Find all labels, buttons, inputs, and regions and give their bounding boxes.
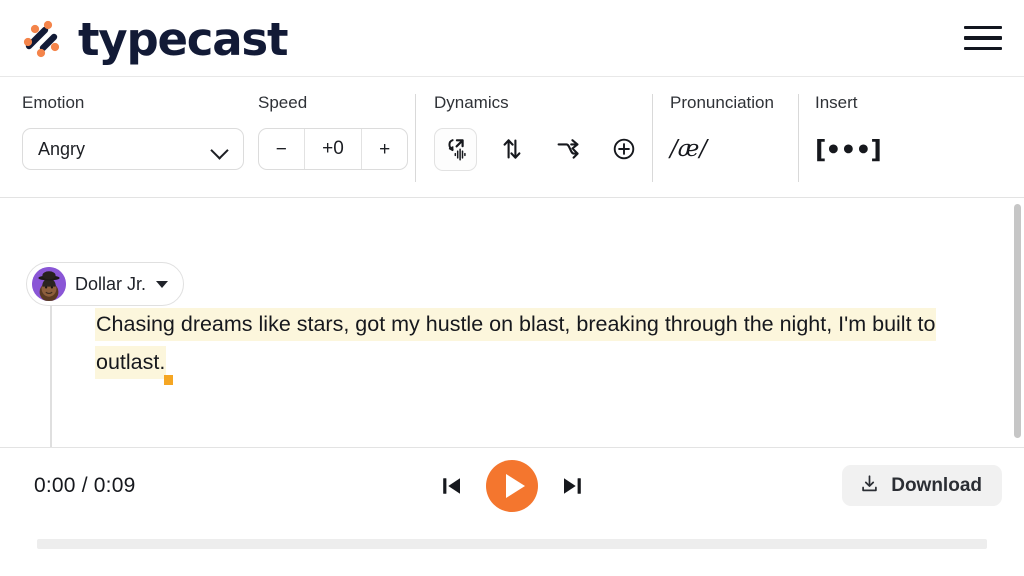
script-scrollbar[interactable] <box>1014 204 1021 441</box>
emotion-value: Angry <box>38 139 85 160</box>
pronunciation-label: Pronunciation <box>670 94 798 111</box>
toolbar-group-emotion: Emotion Angry <box>0 94 233 182</box>
pitch-updown-arrows-icon[interactable] <box>490 128 533 171</box>
dynamics-label: Dynamics <box>434 94 652 111</box>
speaker-name: Dollar Jr. <box>75 274 146 295</box>
insert-label: Insert <box>815 94 881 111</box>
skip-next-icon[interactable] <box>557 470 587 502</box>
speed-decrement-button[interactable]: − <box>259 129 305 169</box>
hamburger-bar <box>964 47 1002 51</box>
typecast-logo-mark <box>20 16 68 60</box>
script-scrollbar-thumb[interactable] <box>1014 204 1021 438</box>
script-text-highlight: Chasing dreams like stars, got my hustle… <box>95 308 936 379</box>
toolbar-group-insert: Insert [•••] <box>799 94 881 182</box>
toolbar-group-pronunciation: Pronunciation /æ/ <box>653 94 798 182</box>
insert-button[interactable]: [•••] <box>815 128 881 170</box>
toolbar-group-speed: Speed − +0 + <box>233 94 415 182</box>
dynamics-buttons <box>434 128 652 170</box>
brand-logo[interactable]: typecast <box>20 16 287 61</box>
pause-branch-arrow-icon[interactable] <box>546 128 589 171</box>
emotion-label: Emotion <box>22 94 233 111</box>
speed-increment-button[interactable]: + <box>361 129 407 169</box>
script-block: Dollar Jr. Chasing dreams like stars, go… <box>0 198 1024 254</box>
audio-player-bar: 0:00 / 0:09 <box>0 447 1024 523</box>
script-text-input[interactable]: Chasing dreams like stars, got my hustle… <box>95 305 990 381</box>
script-editor-area: Dollar Jr. Chasing dreams like stars, go… <box>0 198 1024 447</box>
playback-time: 0:00 / 0:09 <box>34 474 135 498</box>
chevron-down-icon <box>212 144 228 154</box>
download-label: Download <box>891 475 982 497</box>
timeline-track[interactable] <box>37 539 987 549</box>
editing-toolbar: Emotion Angry Speed − +0 + Dynamics <box>0 76 1024 198</box>
emotion-select[interactable]: Angry <box>22 128 244 170</box>
hamburger-bar <box>964 26 1002 30</box>
download-button[interactable]: Download <box>842 465 1002 506</box>
pronunciation-button[interactable]: /æ/ <box>670 128 798 170</box>
typecast-editor-window: typecast Emotion Angry Speed − +0 + <box>0 0 1024 576</box>
hamburger-bar <box>964 36 1002 40</box>
brand-wordmark: typecast <box>78 17 287 62</box>
bottom-zone <box>0 523 1024 576</box>
download-icon <box>859 473 880 499</box>
speaker-selector[interactable]: Dollar Jr. <box>26 262 184 306</box>
block-thread-line <box>50 306 52 447</box>
speed-label: Speed <box>258 94 415 111</box>
caret-down-icon <box>156 281 168 288</box>
skip-previous-icon[interactable] <box>437 470 467 502</box>
insert-bracket-dots-icon: [•••] <box>815 137 881 162</box>
play-icon <box>506 474 525 498</box>
hamburger-menu-icon[interactable] <box>964 23 1002 53</box>
app-header: typecast <box>0 0 1024 76</box>
add-circle-icon[interactable] <box>602 128 645 171</box>
toolbar-group-dynamics: Dynamics <box>416 94 652 182</box>
speaker-avatar <box>32 267 66 301</box>
play-button[interactable] <box>486 460 538 512</box>
ipa-glyph: /æ/ <box>670 136 707 162</box>
speed-value: +0 <box>305 129 362 169</box>
tone-waveform-icon[interactable] <box>434 128 477 171</box>
speed-stepper: − +0 + <box>258 128 408 170</box>
